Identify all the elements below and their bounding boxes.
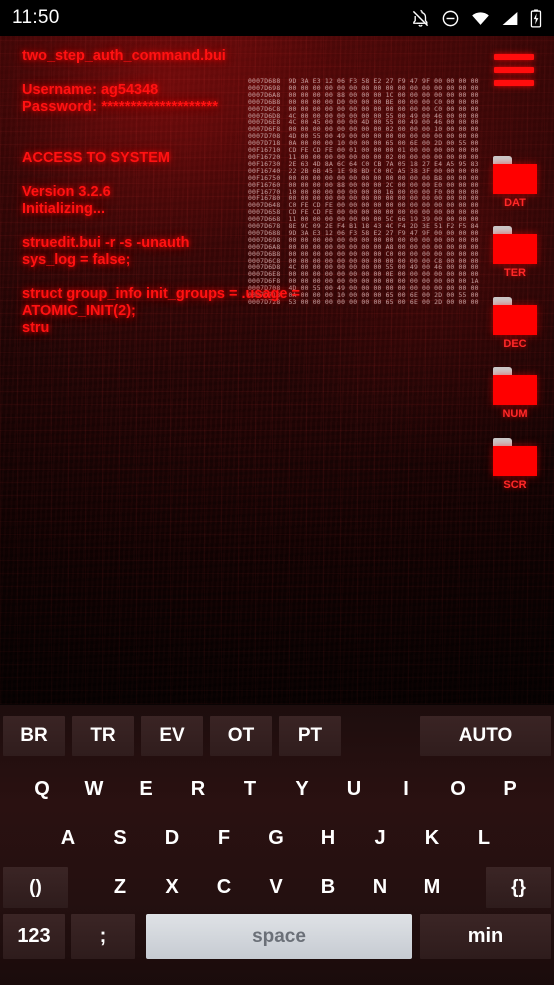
console-command-line: struedit.bui -r -s -unauth	[22, 235, 190, 251]
key-semicolon[interactable]: ;	[71, 914, 135, 959]
key-u[interactable]: U	[328, 769, 380, 810]
folder-body	[493, 446, 537, 476]
key-x[interactable]: X	[146, 867, 198, 908]
password-mask: ********************	[101, 99, 219, 115]
key-b[interactable]: B	[302, 867, 354, 908]
folder-icon	[493, 297, 537, 335]
key-t[interactable]: T	[224, 769, 276, 810]
fn-key-ev[interactable]: EV	[141, 716, 203, 756]
key-w[interactable]: W	[68, 769, 120, 810]
key-numeric-switch[interactable]: 123	[3, 914, 65, 959]
console-version-line: Version 3.2.6	[22, 184, 111, 200]
keyboard-function-row: BR TR EV OT PT AUTO	[0, 705, 554, 765]
key-p[interactable]: P	[484, 769, 536, 810]
folder-scr[interactable]: SCR	[490, 438, 540, 491]
keyboard-row-4: 123; space min	[0, 912, 554, 961]
folder-body	[493, 375, 537, 405]
folder-body	[493, 305, 537, 335]
console-file-title: two_step_auth_command.bui	[22, 48, 226, 64]
key-f[interactable]: F	[198, 818, 250, 859]
console-struct-line: struct group_info init_groups = .usage =…	[22, 286, 300, 319]
on-screen-keyboard: BR TR EV OT PT AUTO QWERTYUIOP ASDFGHJKL () Z X…	[0, 704, 554, 985]
folder-label: DAT	[504, 197, 526, 209]
wifi-icon	[472, 11, 489, 25]
fn-key-auto[interactable]: AUTO	[420, 716, 551, 756]
side-rail: DAT TER DEC NUM SCR	[480, 36, 554, 704]
battery-charging-icon	[530, 8, 542, 28]
menu-bar-1	[494, 54, 534, 60]
key-m[interactable]: M	[406, 867, 458, 908]
key-k[interactable]: K	[406, 818, 458, 859]
folder-body	[493, 234, 537, 264]
key-c[interactable]: C	[198, 867, 250, 908]
console-username-line: Username: ag54348	[22, 82, 159, 98]
console-access-line: ACCESS TO SYSTEM	[22, 150, 170, 166]
folder-num[interactable]: NUM	[490, 367, 540, 420]
folder-ter[interactable]: TER	[490, 226, 540, 279]
status-bar: 11:50	[0, 0, 554, 36]
key-n[interactable]: N	[354, 867, 406, 908]
fn-key-ot[interactable]: OT	[210, 716, 272, 756]
key-i[interactable]: I	[380, 769, 432, 810]
folder-icon	[493, 438, 537, 476]
folder-icon	[493, 156, 537, 194]
keyboard-row-3: () Z X C V B N M {}	[0, 863, 554, 912]
status-bar-icons	[411, 8, 542, 28]
folder-label: NUM	[502, 408, 528, 420]
fn-key-br[interactable]: BR	[3, 716, 65, 756]
key-q[interactable]: Q	[16, 769, 68, 810]
console-syslog-line: sys_log = false;	[22, 252, 131, 268]
keyboard-row-1: QWERTYUIOP	[0, 765, 554, 814]
folder-dec[interactable]: DEC	[490, 297, 540, 350]
folder-body	[493, 164, 537, 194]
do-not-disturb-icon	[442, 10, 459, 26]
key-l[interactable]: L	[458, 818, 510, 859]
key-min[interactable]: min	[420, 914, 551, 959]
key-e[interactable]: E	[120, 769, 172, 810]
keyboard-letter-rows: QWERTYUIOP ASDFGHJKL () Z X C V B N M {} 123; spa…	[0, 765, 554, 985]
cellular-signal-icon	[502, 11, 518, 25]
key-j[interactable]: J	[354, 818, 406, 859]
folder-icon	[493, 226, 537, 264]
key-v[interactable]: V	[250, 867, 302, 908]
fn-key-tr[interactable]: TR	[72, 716, 134, 756]
key-s[interactable]: S	[94, 818, 146, 859]
password-label: Password:	[22, 99, 98, 115]
key-a[interactable]: A	[42, 818, 94, 859]
menu-bar-3	[494, 80, 534, 86]
key-d[interactable]: D	[146, 818, 198, 859]
folder-icon	[493, 367, 537, 405]
key-braces[interactable]: {}	[486, 867, 551, 908]
key-o[interactable]: O	[432, 769, 484, 810]
key-r[interactable]: R	[172, 769, 224, 810]
folder-dat[interactable]: DAT	[490, 156, 540, 209]
terminal-screen: 0007D688 9D 3A E3 12 06 F3 58 E2 27 F9 4…	[0, 36, 554, 704]
console-struct-tail: stru	[22, 320, 50, 336]
key-h[interactable]: H	[302, 818, 354, 859]
keyboard-row-2: ASDFGHJKL	[0, 814, 554, 863]
menu-bar-2	[494, 67, 534, 73]
folder-label: SCR	[503, 479, 527, 491]
hamburger-menu-icon[interactable]	[494, 54, 534, 86]
app-root: 11:50 0007D688 9D 3A E3 12 06 F3 58 E2 2…	[0, 0, 554, 985]
folder-label: DEC	[503, 338, 527, 350]
key-space[interactable]: space	[146, 914, 412, 959]
notifications-off-icon	[412, 9, 429, 27]
console-init-line: Initializing...	[22, 201, 105, 217]
fn-key-pt[interactable]: PT	[279, 716, 341, 756]
key-z[interactable]: Z	[94, 867, 146, 908]
key-g[interactable]: G	[250, 818, 302, 859]
console-password-line: Password: ********************	[22, 99, 322, 116]
key-parentheses[interactable]: ()	[3, 867, 68, 908]
console-log: two_step_auth_command.bui Username: ag54…	[22, 48, 322, 337]
folder-label: TER	[504, 267, 526, 279]
key-y[interactable]: Y	[276, 769, 328, 810]
status-bar-clock: 11:50	[12, 7, 60, 28]
